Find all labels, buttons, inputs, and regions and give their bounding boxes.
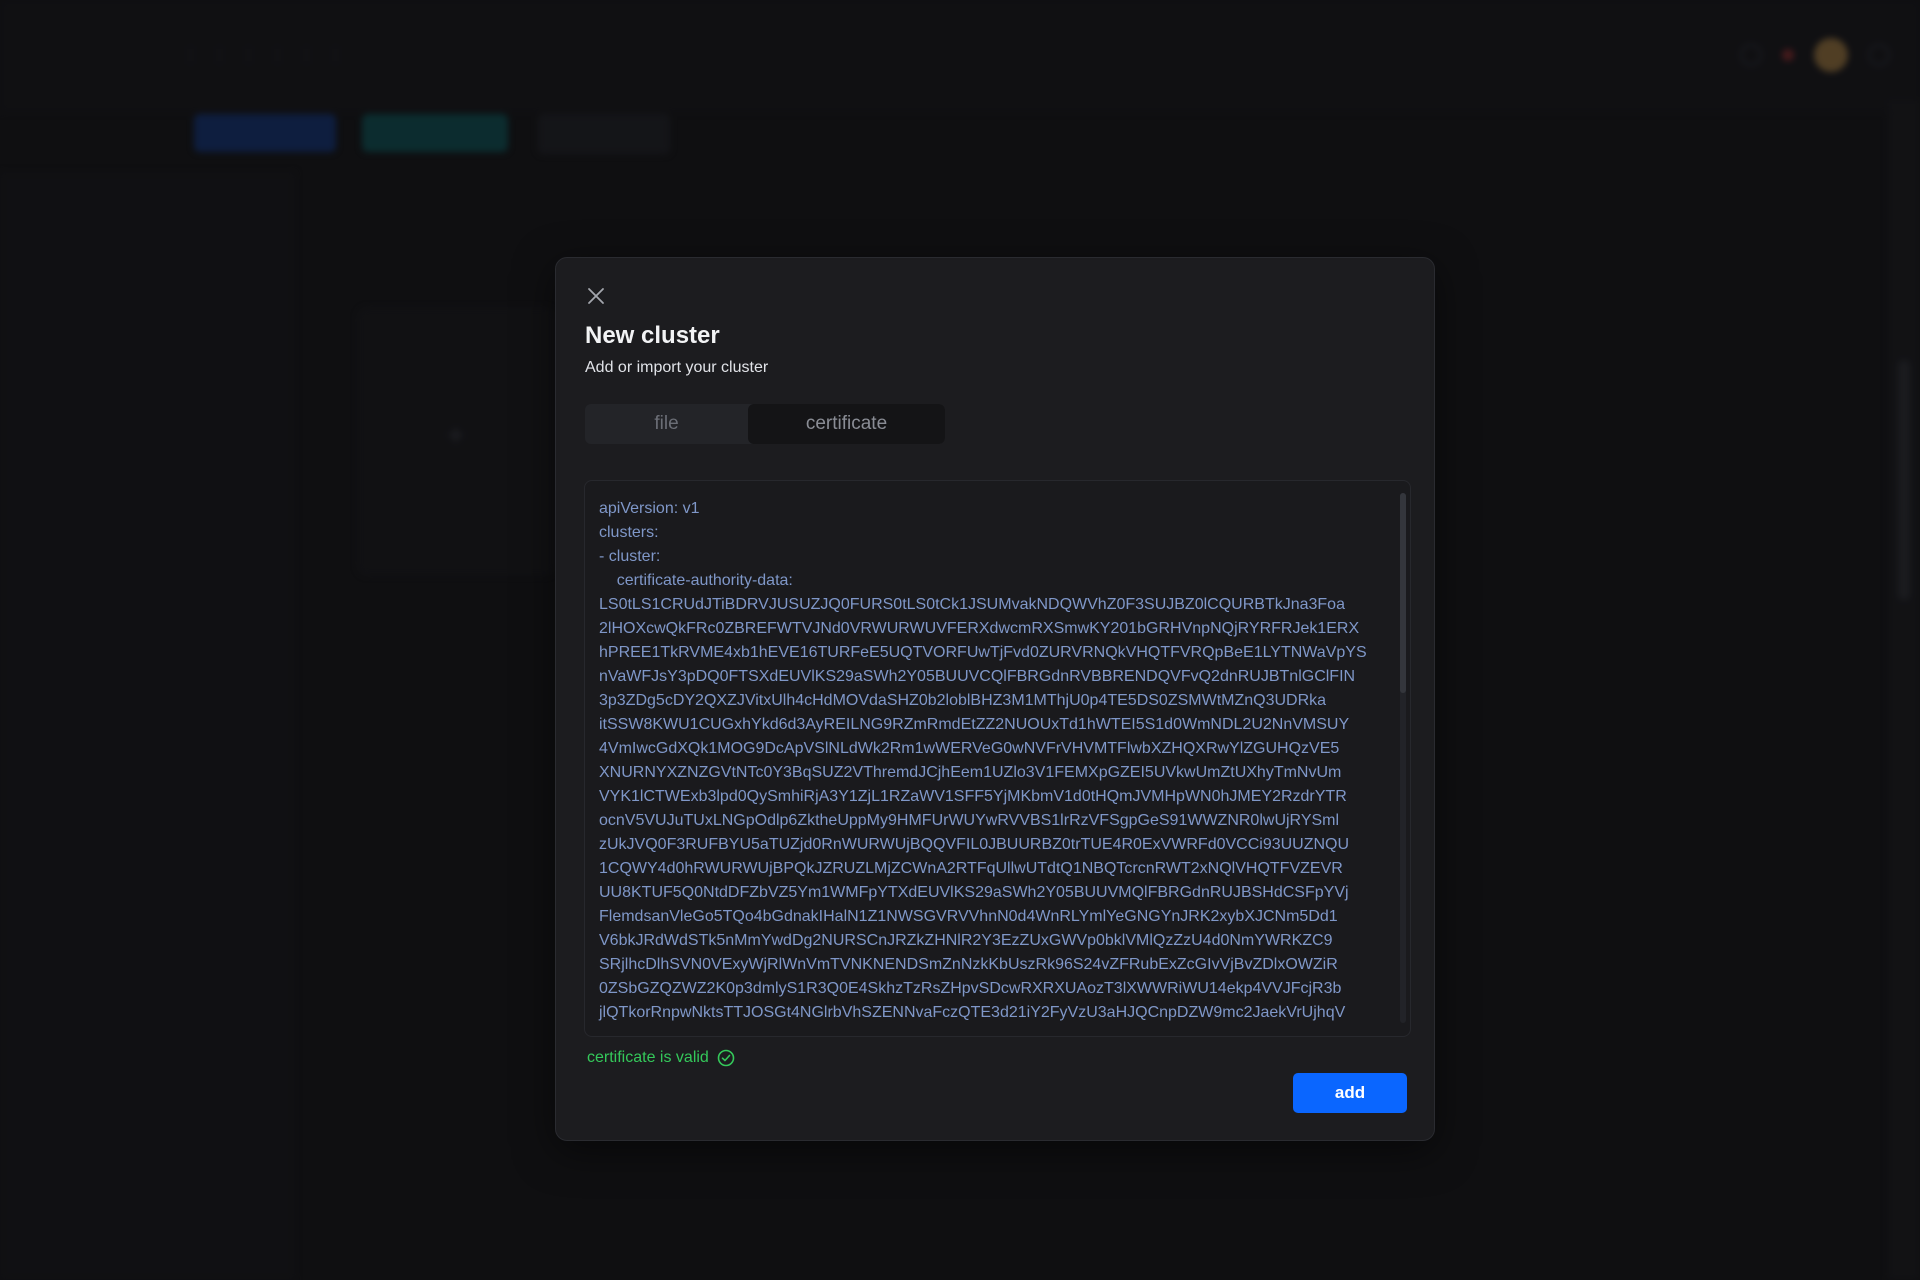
editor-line: SRjlhcDlhSVN0VExyWjRlWnVmTVNKNENDSmZnNzk… <box>599 956 1338 973</box>
editor-line: 1CQWY4d0hRWURWUjBPQkJZRUZLMjZCWnA2RTFqUl… <box>599 860 1343 877</box>
import-mode-tabs: file certificate <box>585 404 945 444</box>
validation-status-text: certificate is valid <box>587 1049 709 1066</box>
check-circle-icon <box>717 1049 735 1067</box>
close-button[interactable] <box>582 282 610 310</box>
editor-line: XNURNYXZNZGVtNTc0Y3BqSUZ2VThremdJCjhEem1… <box>599 764 1342 781</box>
editor-line: nVaWFJsY3pDQ0FTSXdEUVlKS29aSWh2Y05BUUVCQ… <box>599 668 1356 685</box>
editor-line: 4VmIwcGdXQk1MOG9DcApVSlNLdWk2Rm1wWERVeG0… <box>599 740 1340 757</box>
editor-line: itSSW8KWU1CUGxhYkd6d3AyREILNG9RZmRmdEtZZ… <box>599 716 1350 733</box>
validation-status: certificate is valid <box>587 1049 735 1067</box>
editor-scrollbar-thumb[interactable] <box>1400 493 1406 693</box>
editor-line: apiVersion: v1 <box>599 500 700 517</box>
close-icon <box>588 288 604 304</box>
add-button[interactable]: add <box>1293 1073 1407 1113</box>
modal-title: New cluster <box>585 322 720 349</box>
kubeconfig-editor[interactable]: apiVersion: v1 clusters: - cluster: certif… <box>584 480 1411 1037</box>
editor-line: hPREE1TkRVME4xb1hEVE16TURFeE5UQTVORFUwTj… <box>599 644 1367 661</box>
editor-line: ocnV5VUJuTUxLNGpOdlp6ZktheUppMy9HMFUrWUY… <box>599 812 1340 829</box>
modal-subtitle: Add or import your cluster <box>585 359 769 376</box>
editor-line: - cluster: <box>599 548 661 565</box>
editor-line: V6bkJRdWdSTk5nMmYwdDg2NURSCnJRZkZHNlR2Y3… <box>599 932 1333 949</box>
editor-line: zUkJVQ0F3RUFBYU5aTUZjd0RnWURWUjBQQVFIL0J… <box>599 836 1350 853</box>
tab-certificate[interactable]: certificate <box>748 404 945 444</box>
kubeconfig-text[interactable]: apiVersion: v1 clusters: - cluster: certif… <box>599 497 1389 1025</box>
editor-line: clusters: <box>599 524 659 541</box>
editor-line: FlemdsanVleGo5TQo4bGdnakIHalN1Z1NWSGVRVV… <box>599 908 1338 925</box>
editor-line: 3p3ZDg5cDY2QXZJVitxUlh4cHdMOVdaSHZ0b2lob… <box>599 692 1327 709</box>
editor-line: certificate-authority-data: <box>599 572 793 589</box>
editor-line: UU8KTUF5Q0NtdDFZbVZ5Ym1WMFpYTXdEUVlKS29a… <box>599 884 1349 901</box>
editor-line: LS0tLS1CRUdJTiBDRVJUSUZJQ0FURS0tLS0tCk1J… <box>599 596 1345 613</box>
editor-line: VYK1lCTWExb3lpd0QySmhiRjA3Y1ZjL1RZaWV1SF… <box>599 788 1347 805</box>
editor-line: 0ZSbGZQZWZ2K0p3dmlyS1R3Q0E4SkhzTzRsZHpvS… <box>599 980 1342 997</box>
editor-line: 2lHOXcwQkFRc0ZBREFWTVJNd0VRWURWUVFERXdwc… <box>599 620 1360 637</box>
editor-line: jlQTkorRnpwNktsTTJOSGt4NGlrbVhSZENNvaFcz… <box>599 1004 1346 1021</box>
tab-file[interactable]: file <box>585 404 748 444</box>
new-cluster-modal: New cluster Add or import your cluster f… <box>555 257 1435 1141</box>
